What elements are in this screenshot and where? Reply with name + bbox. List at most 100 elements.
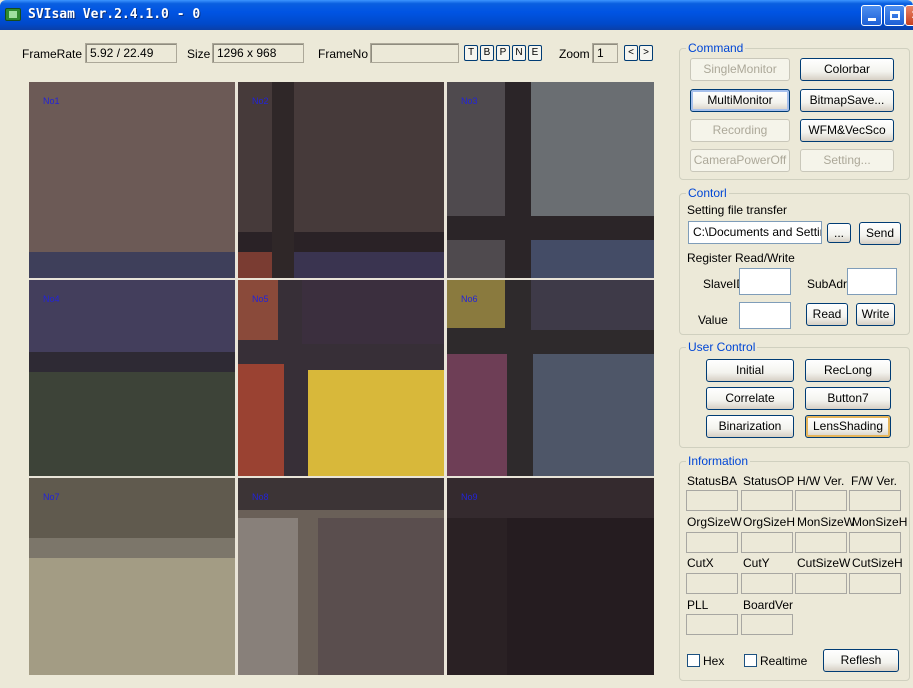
org-size-h-value <box>741 532 793 553</box>
value-input[interactable] <box>739 302 791 329</box>
minimize-icon <box>867 18 876 21</box>
mon-size-w-label: MonSizeW <box>797 515 856 529</box>
zoom-prev-button[interactable]: < <box>624 45 638 61</box>
cut-y-label: CutY <box>743 556 770 570</box>
monitor-tile-3[interactable]: No3 <box>447 82 654 278</box>
realtime-checkbox[interactable] <box>744 654 757 667</box>
pll-value <box>686 614 738 635</box>
register-rw-label: Register Read/Write <box>687 251 795 265</box>
monitor-tile-5[interactable]: No5 <box>238 280 444 476</box>
command-group-title: Command <box>686 41 746 55</box>
camera-power-off-button[interactable]: CameraPowerOff <box>690 149 790 172</box>
control-group-title: Contorl <box>686 186 729 200</box>
colorbar-button[interactable]: Colorbar <box>800 58 894 81</box>
t-button[interactable]: T <box>464 45 478 61</box>
sub-adr-label: SubAdr <box>807 277 848 291</box>
cut-size-h-value <box>849 573 901 594</box>
monitor-label: No1 <box>43 96 60 106</box>
initial-button[interactable]: Initial <box>706 359 794 382</box>
rec-long-button[interactable]: RecLong <box>805 359 891 382</box>
hw-ver-value <box>795 490 847 511</box>
monitor-label: No7 <box>43 492 60 502</box>
minimize-button[interactable] <box>861 5 882 26</box>
mon-size-w-value <box>795 532 847 553</box>
close-button[interactable]: ✕ <box>905 5 913 26</box>
title-bar[interactable]: SVIsam Ver.2.4.1.0 - 0 ✕ <box>0 0 913 30</box>
e-button[interactable]: E <box>528 45 542 61</box>
wfm-vecsco-button[interactable]: WFM&VecSco <box>800 119 894 142</box>
monitor-tile-2[interactable]: No2 <box>238 82 444 278</box>
org-size-w-label: OrgSizeW <box>687 515 742 529</box>
hex-checkbox[interactable] <box>687 654 700 667</box>
setting-file-transfer-label: Setting file transfer <box>687 203 788 217</box>
monitor-tile-6[interactable]: No6 <box>447 280 654 476</box>
pll-label: PLL <box>687 598 709 612</box>
refresh-button[interactable]: Reflesh <box>823 649 899 672</box>
monitor-label: No6 <box>461 294 478 304</box>
status-op-value <box>741 490 793 511</box>
monitor-tile-4[interactable]: No4 <box>29 280 235 476</box>
send-button[interactable]: Send <box>859 222 901 245</box>
write-button[interactable]: Write <box>856 303 895 326</box>
realtime-label: Realtime <box>760 654 808 668</box>
cut-x-value <box>686 573 738 594</box>
file-path-input[interactable]: C:\Documents and Settir <box>688 221 822 244</box>
frameno-label: FrameNo <box>318 47 369 61</box>
read-button[interactable]: Read <box>806 303 848 326</box>
app-icon <box>5 8 21 21</box>
multi-monitor-button[interactable]: MultiMonitor <box>690 89 790 112</box>
binarization-button[interactable]: Binarization <box>706 415 794 438</box>
cut-size-w-value <box>795 573 847 594</box>
monitor-tile-7[interactable]: No7 <box>29 478 235 675</box>
cut-size-w-label: CutSizeW <box>797 556 851 570</box>
correlate-button[interactable]: Correlate <box>706 387 794 410</box>
cut-x-label: CutX <box>687 556 714 570</box>
zoom-next-button[interactable]: > <box>639 45 653 61</box>
board-ver-label: BoardVer <box>743 598 794 612</box>
b-button[interactable]: B <box>480 45 494 61</box>
mon-size-h-label: MonSizeH <box>852 515 908 529</box>
cut-size-h-label: CutSizeH <box>852 556 903 570</box>
frameno-value <box>370 43 459 63</box>
value-label: Value <box>698 313 728 327</box>
fw-ver-value <box>849 490 901 511</box>
monitor-label: No4 <box>43 294 60 304</box>
monitor-label: No5 <box>252 294 269 304</box>
framerate-value: 5.92 / 22.49 <box>85 43 177 63</box>
n-button[interactable]: N <box>512 45 526 61</box>
button7-button[interactable]: Button7 <box>805 387 891 410</box>
org-size-w-value <box>686 532 738 553</box>
monitor-tile-1[interactable]: No1 <box>29 82 235 278</box>
monitor-tile-8[interactable]: No8 <box>238 478 444 675</box>
maximize-button[interactable] <box>884 5 905 26</box>
status-op-label: StatusOP <box>743 474 795 488</box>
window-title: SVIsam Ver.2.4.1.0 - 0 <box>28 7 201 22</box>
slave-id-input[interactable] <box>739 268 791 295</box>
board-ver-value <box>741 614 793 635</box>
monitor-tile-9[interactable]: No9 <box>447 478 654 675</box>
mon-size-h-value <box>849 532 901 553</box>
fw-ver-label: F/W Ver. <box>851 474 898 488</box>
bitmap-save-button[interactable]: BitmapSave... <box>800 89 894 112</box>
monitor-label: No2 <box>252 96 269 106</box>
setting-button[interactable]: Setting... <box>800 149 894 172</box>
single-monitor-button[interactable]: SingleMonitor <box>690 58 790 81</box>
browse-button[interactable]: ... <box>827 223 851 243</box>
monitor-grid[interactable]: No1 No2 No3 No4 No5 No6 No7 No8 No9 <box>29 82 654 675</box>
size-value: 1296 x 968 <box>212 43 304 63</box>
zoom-label: Zoom <box>559 47 590 61</box>
status-ba-value <box>686 490 738 511</box>
maximize-icon <box>889 11 900 20</box>
size-label: Size <box>187 47 211 61</box>
status-ba-label: StatusBA <box>687 474 738 488</box>
monitor-label: No3 <box>461 96 478 106</box>
hw-ver-label: H/W Ver. <box>797 474 845 488</box>
org-size-h-label: OrgSizeH <box>743 515 796 529</box>
p-button[interactable]: P <box>496 45 510 61</box>
recording-button[interactable]: Recording <box>690 119 790 142</box>
hex-label: Hex <box>703 654 725 668</box>
sub-adr-input[interactable] <box>847 268 897 295</box>
lens-shading-button[interactable]: LensShading <box>805 415 891 438</box>
user-control-group-title: User Control <box>686 340 758 354</box>
information-group-title: Information <box>686 454 751 468</box>
